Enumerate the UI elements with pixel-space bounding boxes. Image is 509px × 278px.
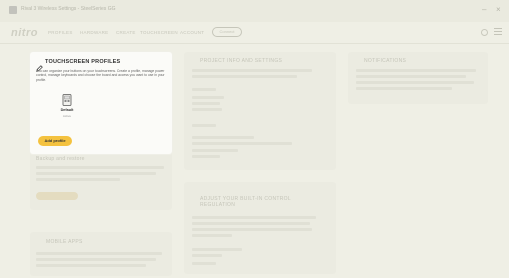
project-card-title: PROJECT INFO AND SETTINGS (200, 58, 283, 64)
ghost-line (192, 88, 216, 91)
nav-item-profiles[interactable]: PROFILES (48, 30, 73, 35)
add-profile-button[interactable]: Add profile (38, 136, 72, 146)
notifications-card-title: NOTIFICATIONS (364, 58, 407, 64)
ghost-line (36, 166, 164, 169)
ghost-line (36, 252, 162, 255)
ghost-line (36, 172, 156, 175)
ghost-line (192, 216, 316, 219)
ghost-line (192, 102, 220, 105)
ghost-line (356, 75, 466, 78)
minimize-icon[interactable]: – (482, 5, 486, 15)
window-titlebar: Rival 3 Wireless Settings - SteelSeries … (0, 0, 509, 22)
profile-status: Active (62, 114, 72, 118)
touchscreen-device-icon (62, 93, 72, 106)
app-icon (9, 6, 17, 14)
profile-name: Default (60, 108, 74, 112)
mobile-card-title: MOBILE APPS (46, 239, 83, 245)
connect-button[interactable]: Connect (212, 27, 242, 37)
nav-item-account[interactable]: ACCOUNT (180, 30, 204, 35)
adjust-card-title: ADJUST YOUR BUILT-IN CONTROL REGULATION (200, 196, 291, 208)
close-icon[interactable]: × (496, 5, 501, 15)
ghost-line (192, 149, 238, 152)
ghost-line (192, 248, 242, 251)
edit-icon (36, 59, 43, 72)
profile-tile-default[interactable]: Default Active (56, 93, 78, 123)
touchscreen-profiles-card: TOUCHSCREEN PROFILES You can organize yo… (30, 52, 172, 154)
backup-card-title: Backup and restore (36, 156, 85, 162)
ghost-line (192, 75, 297, 78)
ghost-line (36, 178, 120, 181)
ghost-line (192, 155, 220, 158)
ghost-line (36, 258, 156, 261)
ghost-line (192, 228, 312, 231)
ghost-line (192, 136, 254, 139)
backup-button[interactable] (36, 192, 78, 200)
ghost-line (356, 81, 474, 84)
ghost-line (192, 108, 222, 111)
ghost-line (192, 69, 312, 72)
nav-item-create[interactable]: CREATE (116, 30, 136, 35)
ghost-line (192, 142, 292, 145)
ghost-line (192, 124, 216, 127)
ghost-line (356, 69, 476, 72)
account-icon[interactable] (481, 29, 488, 36)
card-title: TOUCHSCREEN PROFILES (45, 59, 121, 65)
ghost-line (36, 264, 146, 267)
app-logo: nitro (11, 27, 38, 39)
ghost-line (192, 222, 310, 225)
top-navbar (0, 22, 509, 44)
ghost-line (356, 87, 452, 90)
ghost-line (192, 234, 232, 237)
menu-icon[interactable] (494, 28, 502, 36)
ghost-line (192, 254, 222, 257)
nav-item-touchscreen[interactable]: TOUCHSCREEN (140, 30, 178, 35)
ghost-line (192, 262, 216, 265)
card-description: You can organize your buttons on your to… (36, 69, 165, 82)
window-title: Rival 3 Wireless Settings - SteelSeries … (21, 6, 116, 12)
nav-item-hardware[interactable]: HARDWARE (80, 30, 108, 35)
ghost-line (192, 96, 224, 99)
